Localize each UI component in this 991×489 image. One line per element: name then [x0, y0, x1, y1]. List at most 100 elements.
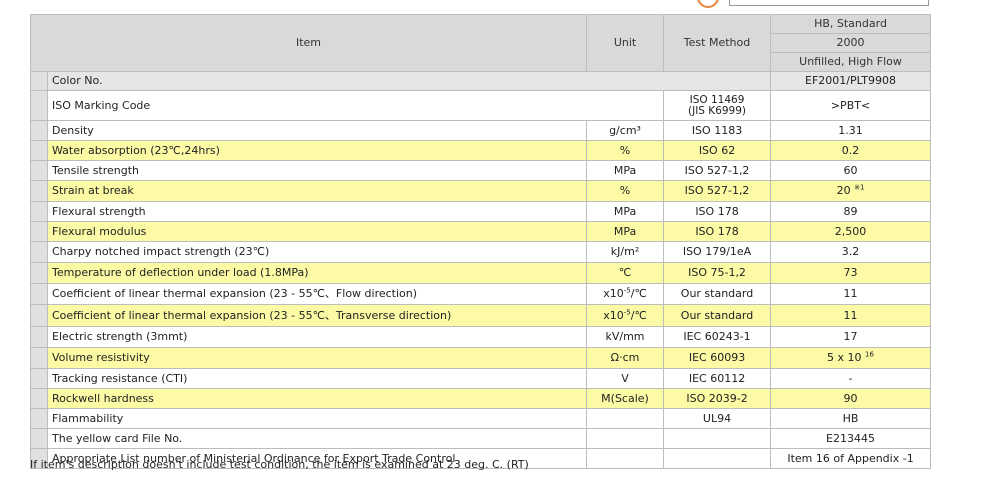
property-value: 2,500: [770, 221, 932, 242]
property-label: Flexural modulus: [46, 221, 588, 242]
property-label: Rockwell hardness: [46, 388, 588, 409]
header-grade-line2: 2000: [770, 33, 932, 53]
table-row: Volume resistivity Ω·cm IEC 60093 5 x 10 16: [30, 347, 932, 369]
partial-circle-icon: [697, 0, 719, 8]
property-label: Tracking resistance (CTI): [46, 368, 588, 389]
table-row: The yellow card File No. E213445: [30, 428, 932, 449]
property-unit: Ω·cm: [586, 347, 665, 369]
property-unit: x10-5/℃: [586, 283, 665, 305]
color-value: EF2001/PLT9908: [770, 71, 932, 91]
test-method: IEC 60243-1: [663, 326, 772, 348]
table-row: Rockwell hardness M(Scale) ISO 2039-2 90: [30, 388, 932, 409]
property-value: 3.2: [770, 241, 932, 263]
row-marker: [30, 120, 48, 141]
color-row: Color No. EF2001/PLT9908: [30, 71, 932, 91]
test-method: ISO 527-1,2: [663, 180, 772, 202]
property-unit: [586, 408, 665, 429]
property-label: Coefficient of linear thermal expansion …: [46, 304, 588, 327]
test-method: ISO 75-1,2: [663, 262, 772, 284]
property-value: 17: [770, 326, 932, 348]
test-method: Our standard: [663, 283, 772, 305]
value-superscript: ※1: [854, 183, 865, 192]
property-unit: MPa: [586, 160, 665, 181]
property-unit: g/cm³: [586, 120, 665, 141]
unit-base: x10: [603, 309, 624, 322]
row-marker: [30, 180, 48, 202]
unit-base: x10: [603, 287, 624, 300]
property-value: 5 x 10 16: [770, 347, 932, 369]
property-unit: kJ/m²: [586, 241, 665, 263]
property-unit: ℃: [586, 262, 665, 284]
property-label: Water absorption (23℃,24hrs): [46, 140, 588, 161]
test-method: UL94: [663, 408, 772, 429]
table-row: Coefficient of linear thermal expansion …: [30, 304, 932, 327]
property-unit: [586, 448, 665, 469]
footnote: If item's description doesn't include te…: [30, 458, 529, 471]
row-marker: [30, 347, 48, 369]
row-marker: [30, 326, 48, 348]
property-value: Item 16 of Appendix -1: [770, 448, 932, 469]
row-marker: [30, 160, 48, 181]
property-value: 73: [770, 262, 932, 284]
table-row: Water absorption (23℃,24hrs)% ISO 62 0.2: [30, 140, 932, 161]
table-row: Electric strength (3mmt) kV/mm IEC 60243-1…: [30, 326, 932, 348]
row-marker: [30, 90, 48, 121]
row-marker: [30, 221, 48, 242]
marking-value: >PBT<: [770, 90, 932, 121]
test-method: ISO 179/1eA: [663, 241, 772, 263]
property-label: Coefficient of linear thermal expansion …: [46, 283, 588, 305]
test-method: ISO 527-1,2: [663, 160, 772, 181]
marking-method: ISO 11469 (JIS K6999): [663, 90, 772, 121]
property-value: 1.31: [770, 120, 932, 141]
property-unit: kV/mm: [586, 326, 665, 348]
test-method: ISO 2039-2: [663, 388, 772, 409]
property-value: 89: [770, 201, 932, 222]
table-row: Flexural strength MPa ISO 178 89: [30, 201, 932, 222]
unit-suffix: /℃: [630, 309, 647, 322]
row-marker: [30, 304, 48, 327]
property-label: Volume resistivity: [46, 347, 588, 369]
row-marker: [30, 71, 48, 91]
header-item: Item: [29, 14, 588, 72]
row-marker: [30, 388, 48, 409]
test-method: ISO 62: [663, 140, 772, 161]
row-marker: [30, 368, 48, 389]
marking-row: ISO Marking Code ISO 11469 (JIS K6999) >P…: [30, 90, 932, 121]
header-grade-line3: Unfilled, High Flow: [770, 52, 932, 72]
property-value: 60: [770, 160, 932, 181]
property-label: Electric strength (3mmt): [46, 326, 588, 348]
property-label: Flammability: [46, 408, 588, 429]
table-row: Flammability UL94 HB: [30, 408, 932, 429]
property-label: Strain at break: [46, 180, 588, 202]
property-value: 90: [770, 388, 932, 409]
color-label: Color No.: [46, 71, 772, 91]
partial-select-box[interactable]: [729, 0, 929, 6]
test-method: ISO 1183: [663, 120, 772, 141]
header-row: Item Unit Test Method HB, Standard: [29, 14, 932, 72]
property-label: Flexural strength: [46, 201, 588, 222]
test-method: IEC 60112: [663, 368, 772, 389]
row-marker: [30, 283, 48, 305]
test-method: [663, 428, 772, 449]
row-marker: [30, 241, 48, 263]
test-method: [663, 448, 772, 469]
unit-exponent: -5: [623, 308, 631, 317]
property-value: 11: [770, 304, 932, 327]
unit-exponent: -5: [623, 286, 631, 295]
table-row: Density g/cm³ ISO 1183 1.31: [30, 120, 932, 141]
property-unit: %: [586, 180, 665, 202]
property-unit: MPa: [586, 201, 665, 222]
header-test-method: Test Method: [663, 14, 772, 72]
table-row: Strain at break% ISO 527-1,2 20 ※1: [30, 180, 932, 202]
row-marker: [30, 428, 48, 449]
table-row: Tensile strength MPa ISO 527-1,2 60: [30, 160, 932, 181]
property-value: 11: [770, 283, 932, 305]
header-grade-line1: HB, Standard: [770, 14, 932, 34]
header-unit: Unit: [586, 14, 665, 72]
property-label: Charpy notched impact strength (23℃): [46, 241, 588, 263]
unit-suffix: /℃: [630, 287, 647, 300]
test-method: IEC 60093: [663, 347, 772, 369]
property-value: HB: [770, 408, 932, 429]
property-value: 0.2: [770, 140, 932, 161]
property-label: The yellow card File No.: [46, 428, 588, 449]
